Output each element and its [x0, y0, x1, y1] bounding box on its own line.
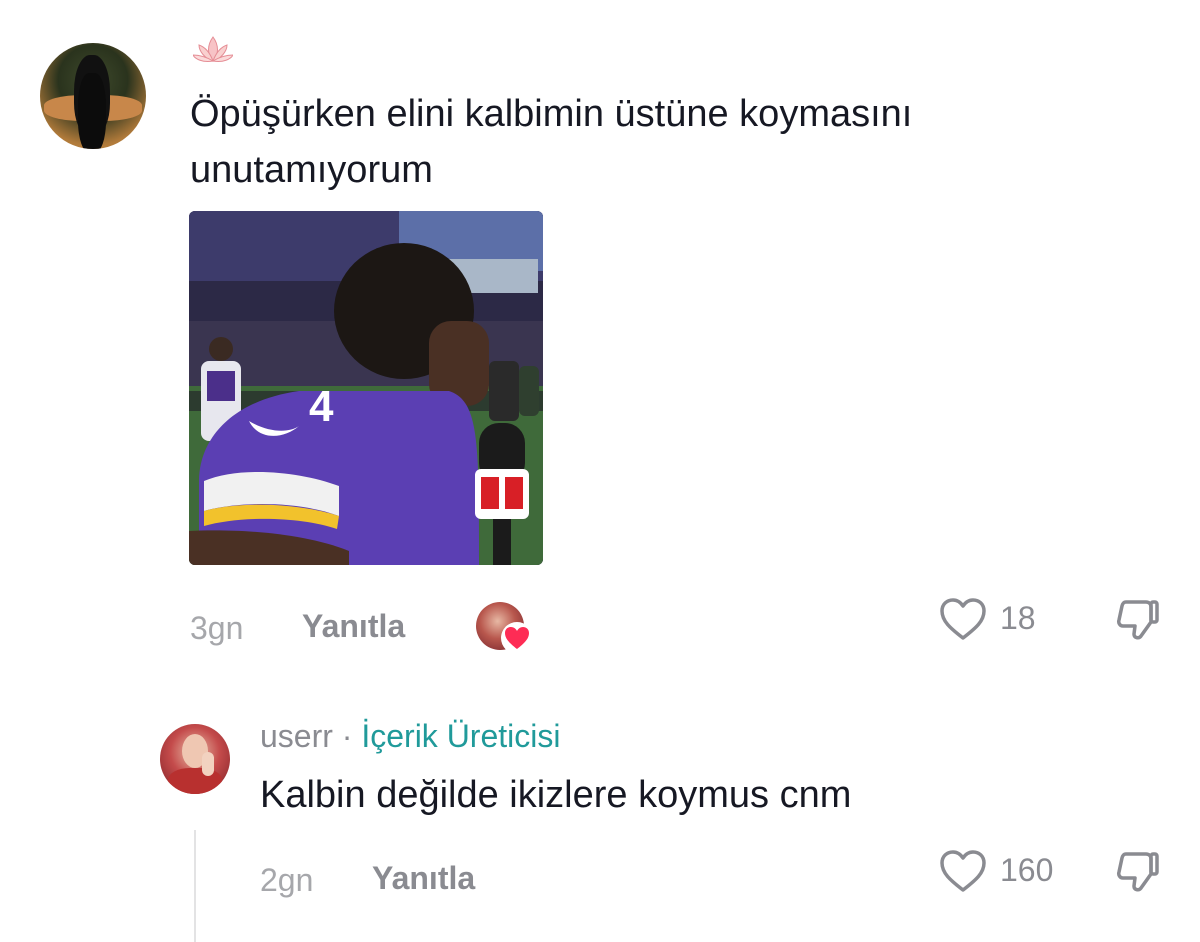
separator-dot: · [341, 718, 353, 754]
heart-outline-icon[interactable] [938, 848, 988, 894]
reply-text: Kalbin değilde ikizlere koymus cnm [260, 774, 852, 816]
reply-username[interactable]: userr [260, 718, 333, 754]
comment-text-line-2: unutamıyorum [190, 149, 433, 191]
thumbs-down-icon[interactable] [1112, 596, 1160, 644]
reply-time: 2gn [260, 862, 314, 898]
reply-username-row: userr · İçerik Üreticisi [260, 718, 560, 755]
creator-badge: İçerik Üreticisi [361, 718, 561, 754]
like-count: 18 [1000, 600, 1036, 636]
reply-button[interactable]: Yanıtla [302, 608, 405, 645]
commenter-avatar[interactable] [40, 43, 146, 149]
gif-illustration: 4 [189, 211, 543, 565]
reply-user-avatar[interactable] [160, 724, 230, 794]
comment-text: Öpüşürken elini kalbimin üstüne koymasın… [190, 86, 1150, 198]
reply-like-count: 160 [1000, 852, 1054, 888]
svg-text:4: 4 [309, 382, 334, 431]
comment-text-line-1: Öpüşürken elini kalbimin üstüne koymasın… [190, 93, 913, 135]
thumbs-down-icon[interactable] [1112, 848, 1160, 896]
lotus-icon [193, 36, 233, 62]
thread-line [194, 830, 196, 942]
reply-reply-button[interactable]: Yanıtla [372, 860, 475, 897]
comment-time: 3gn [190, 610, 244, 646]
creator-heart-icon [501, 622, 533, 654]
heart-outline-icon[interactable] [938, 596, 988, 642]
comment-gif-image[interactable]: 4 [189, 211, 543, 565]
